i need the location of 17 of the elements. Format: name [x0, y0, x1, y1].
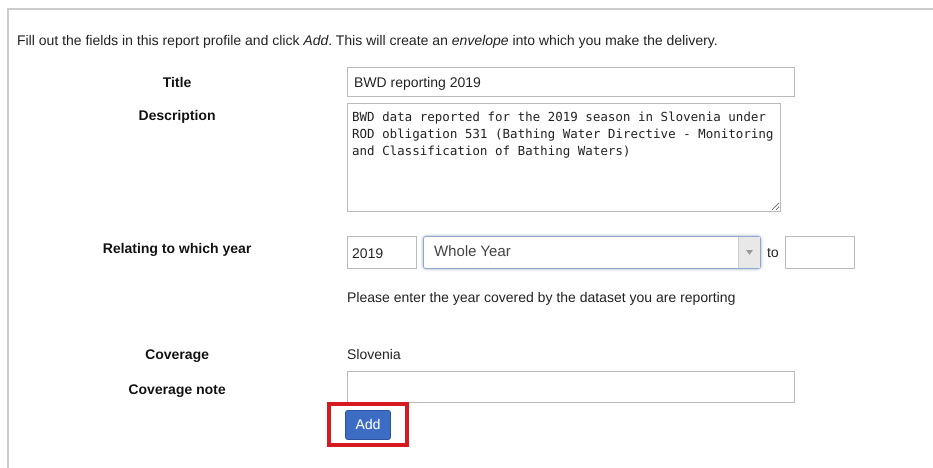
period-dropdown[interactable]: Whole Year [423, 236, 761, 269]
description-field[interactable]: BWD data reported for the 2019 season in Slovenia under ROD obligation 531 (Bathing Water Directive - Monitoring and Classification of Bathing Waters) [347, 103, 781, 212]
title-field[interactable]: BWD reporting 2019 [347, 67, 795, 97]
year-hint: Please enter the year covered by the dataset you are reporting [347, 288, 736, 307]
add-button[interactable]: Add [344, 410, 392, 440]
field-label: Coverage [145, 345, 209, 364]
field-label: Title [162, 72, 192, 92]
field-label: Description [138, 106, 216, 125]
year-field[interactable]: 2019 [347, 236, 417, 269]
caret-icon [746, 250, 753, 255]
to-year-field[interactable] [784, 236, 855, 269]
to-label: to [767, 243, 779, 262]
field-label: Relating to which year [102, 239, 252, 258]
instructions-text: Fill out the fields in this report profile and click Add. This will create an envelope into which you make the delivery. [17, 31, 719, 50]
coverage-note-field[interactable] [347, 371, 795, 403]
field-label: Coverage note [128, 380, 226, 399]
coverage-value: Slovenia [347, 345, 401, 364]
